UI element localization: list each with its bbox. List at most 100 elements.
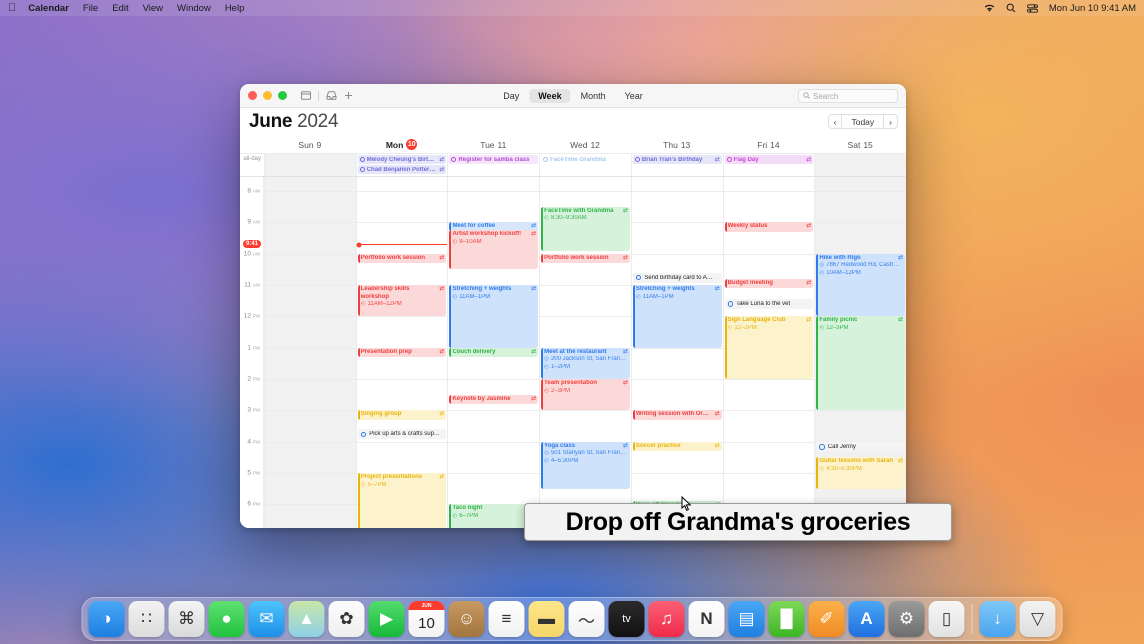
- all-day-cell[interactable]: FaceTime Grandma: [539, 154, 631, 176]
- minimize-button[interactable]: [263, 91, 272, 100]
- menu-item-view[interactable]: View: [143, 3, 163, 14]
- calendar-event[interactable]: Weekly status ⇄: [724, 222, 814, 232]
- calendar-event[interactable]: Keynote by Jasmine ⇄: [449, 394, 539, 405]
- dock-icon-iphone-mirroring[interactable]: ▯: [928, 601, 965, 637]
- view-segmented-control[interactable]: Day Week Month Year: [494, 88, 652, 103]
- menu-item-window[interactable]: Window: [177, 3, 211, 14]
- day-header-sat[interactable]: Sat 15: [814, 136, 906, 153]
- dock-icon-keynote[interactable]: ▤: [728, 601, 765, 637]
- dock-icon-notes[interactable]: ▬: [528, 601, 565, 637]
- dock-icon-app-store[interactable]: A: [848, 601, 885, 637]
- calendar-event[interactable]: Family picnic ⇄ ◴ 12–3PM: [816, 316, 906, 411]
- day-header-fri[interactable]: Fri 14: [723, 136, 815, 153]
- dock-icon-numbers[interactable]: █: [768, 601, 805, 637]
- dock-icon-reminders[interactable]: ≡: [488, 601, 525, 637]
- checkbox-icon[interactable]: [360, 431, 367, 438]
- dock-icon-finder[interactable]: ◑: [88, 601, 125, 637]
- checkbox-icon[interactable]: [727, 301, 734, 307]
- menu-item-edit[interactable]: Edit: [112, 3, 128, 14]
- dock-icon-downloads-folder[interactable]: ↓: [979, 601, 1016, 637]
- menu-item-calendar[interactable]: Calendar: [28, 3, 69, 14]
- control-center-icon[interactable]: [1026, 3, 1038, 13]
- day-header-mon[interactable]: Mon 10: [356, 136, 448, 153]
- calendar-event[interactable]: Singing group ⇄: [357, 410, 447, 420]
- tab-year[interactable]: Year: [616, 89, 652, 103]
- calendar-event[interactable]: Project presentations ⇄ ◴ 5–7PM: [357, 473, 447, 528]
- all-day-event[interactable]: Register for samba class: [449, 155, 539, 164]
- calendar-event[interactable]: Budget meeting ⇄: [724, 278, 814, 289]
- day-column-mon[interactable]: Portfolio work session ⇄ Leadership skills…: [355, 177, 448, 528]
- checkbox-icon[interactable]: [819, 444, 825, 450]
- calendar-event[interactable]: Sign Language Club ⇄ ◴ 12–2PM: [724, 316, 814, 380]
- calendar-event[interactable]: Team presentation ⇄ ◴ 2–3PM: [541, 379, 630, 411]
- day-column-fri[interactable]: Weekly status ⇄ Budget meeting ⇄ Sign Langua…: [722, 177, 815, 528]
- all-day-event[interactable]: Brian Tran's Birthday ⇄: [632, 155, 722, 164]
- day-column-tue[interactable]: Meet for coffee ⇄ Artist workshop kickoff!…: [447, 177, 540, 528]
- day-header-thu[interactable]: Thu 13: [631, 136, 723, 153]
- reminder-item[interactable]: Pick up arts & crafts sup…: [357, 429, 447, 440]
- dock-icon-maps[interactable]: ▲: [288, 601, 325, 637]
- calendar-event[interactable]: FaceTime with Grandma ⇄ ◴ 8:30–9:30AM: [541, 206, 630, 251]
- calendar-event[interactable]: Couch delivery ⇄: [449, 347, 539, 358]
- day-header-sun[interactable]: Sun 9: [264, 136, 356, 153]
- dock-icon-freeform[interactable]: 〜: [568, 601, 605, 637]
- calendar-event[interactable]: Soccer practice ⇄: [632, 441, 722, 452]
- calendar-event[interactable]: Yoga class ⇄ ◎ 501 Stanyan St, San Fran… ◴ 4–…: [541, 441, 630, 489]
- calendar-event[interactable]: Artist workshop kickoff! ⇄ ◴ 9–10AM: [449, 230, 539, 270]
- dock-icon-apple-tv[interactable]: tv: [608, 601, 645, 637]
- search-field[interactable]: Search: [798, 89, 898, 103]
- today-button[interactable]: Today: [842, 114, 884, 129]
- all-day-cell[interactable]: Register for samba class: [447, 154, 539, 176]
- day-column-wed[interactable]: FaceTime with Grandma ⇄ ◴ 8:30–9:30AM Portfo…: [539, 177, 631, 528]
- add-event-icon[interactable]: [344, 87, 353, 105]
- maximize-button[interactable]: [278, 91, 287, 100]
- all-day-cell[interactable]: [814, 154, 906, 176]
- menu-item-help[interactable]: Help: [225, 3, 245, 14]
- calendar-event[interactable]: Stretching + weights ⇄ ◴ 11AM–1PM: [449, 285, 539, 348]
- menu-bar-clock[interactable]: Mon Jun 10 9:41 AM: [1049, 3, 1136, 14]
- week-grid[interactable]: 8 AM 9 AM 10 AM 11 AM 12 PM 1 PM 2 PM 3 PM 4 PM 5…: [240, 177, 906, 528]
- reminder-item[interactable]: Call Jenny: [816, 441, 906, 452]
- calendar-event[interactable]: Portfolio work session ⇄: [357, 253, 447, 264]
- dock-icon-mail[interactable]: ✉: [248, 601, 285, 637]
- inbox-icon[interactable]: [326, 87, 337, 105]
- all-day-event[interactable]: Melody Cheung's Birt… ⇄: [357, 155, 447, 164]
- calendar-event[interactable]: Meet at the restaurant ⇄ ◎ 200 Jackson St, …: [541, 347, 630, 380]
- dock-icon-contacts[interactable]: ☺: [448, 601, 485, 637]
- all-day-cell[interactable]: Melody Cheung's Birt… ⇄ Chad Benjamin Pott…: [355, 154, 448, 176]
- tab-week[interactable]: Week: [529, 88, 571, 103]
- day-header-wed[interactable]: Wed 12: [539, 136, 631, 153]
- tab-day[interactable]: Day: [494, 89, 528, 103]
- dock-icon-messages[interactable]: ●: [208, 601, 245, 637]
- all-day-cell[interactable]: Flag Day ⇄: [722, 154, 815, 176]
- day-column-sun[interactable]: [264, 177, 356, 528]
- dock-icon-calendar[interactable]: JUN 10: [408, 601, 445, 637]
- menu-item-file[interactable]: File: [83, 3, 98, 14]
- apple-menu-icon[interactable]: : [8, 2, 16, 14]
- calendar-event[interactable]: Writing session with Or… ⇄: [632, 410, 722, 420]
- dock-icon-trash[interactable]: ▽: [1019, 601, 1056, 637]
- all-day-event[interactable]: Flag Day ⇄: [724, 155, 814, 164]
- calendar-event[interactable]: Leadership skills workshop ⇄ ◴ 11AM–12PM: [357, 285, 447, 317]
- dock-icon-launchpad[interactable]: ∷: [128, 601, 165, 637]
- dock-icon-pages[interactable]: ✐: [808, 601, 845, 637]
- day-column-thu[interactable]: Stretching + weights ⇄ ◴ 11AM–1PM Writing se…: [630, 177, 723, 528]
- dock-icon-facetime[interactable]: ▶: [368, 601, 405, 637]
- calendar-event[interactable]: Guitar lessons with Sarah ⇄ ◴ 4:30–5:30PM: [816, 457, 906, 489]
- day-header-tue[interactable]: Tue 11: [447, 136, 539, 153]
- day-columns[interactable]: Portfolio work session ⇄ Leadership skills…: [264, 177, 906, 528]
- dock-icon-safari[interactable]: ⌘: [168, 601, 205, 637]
- all-day-event[interactable]: FaceTime Grandma: [541, 155, 630, 164]
- reminder-item[interactable]: Take Luna to the vet: [724, 299, 814, 310]
- wifi-icon[interactable]: [984, 4, 995, 13]
- dock[interactable]: ◑ ∷ ⌘ ● ✉ ▲ ✿ ▶ JUN 10 ☺ ≡ ▬ 〜 tv ♫ N ▤ █ ✐ A ⚙ ▯ ↓ ▽: [81, 597, 1063, 641]
- dock-icon-system-settings[interactable]: ⚙: [888, 601, 925, 637]
- calendar-event[interactable]: Portfolio work session ⇄: [541, 253, 630, 264]
- calendar-event[interactable]: Presentation prep ⇄: [357, 347, 447, 358]
- dock-icon-photos[interactable]: ✿: [328, 601, 365, 637]
- previous-week-button[interactable]: ‹: [827, 114, 843, 129]
- calendar-event[interactable]: Stretching + weights ⇄ ◴ 11AM–1PM: [632, 285, 722, 348]
- dock-icon-music[interactable]: ♫: [648, 601, 685, 637]
- tab-month[interactable]: Month: [572, 89, 615, 103]
- all-day-event[interactable]: Chad Benjamin Potter… ⇄: [357, 165, 447, 174]
